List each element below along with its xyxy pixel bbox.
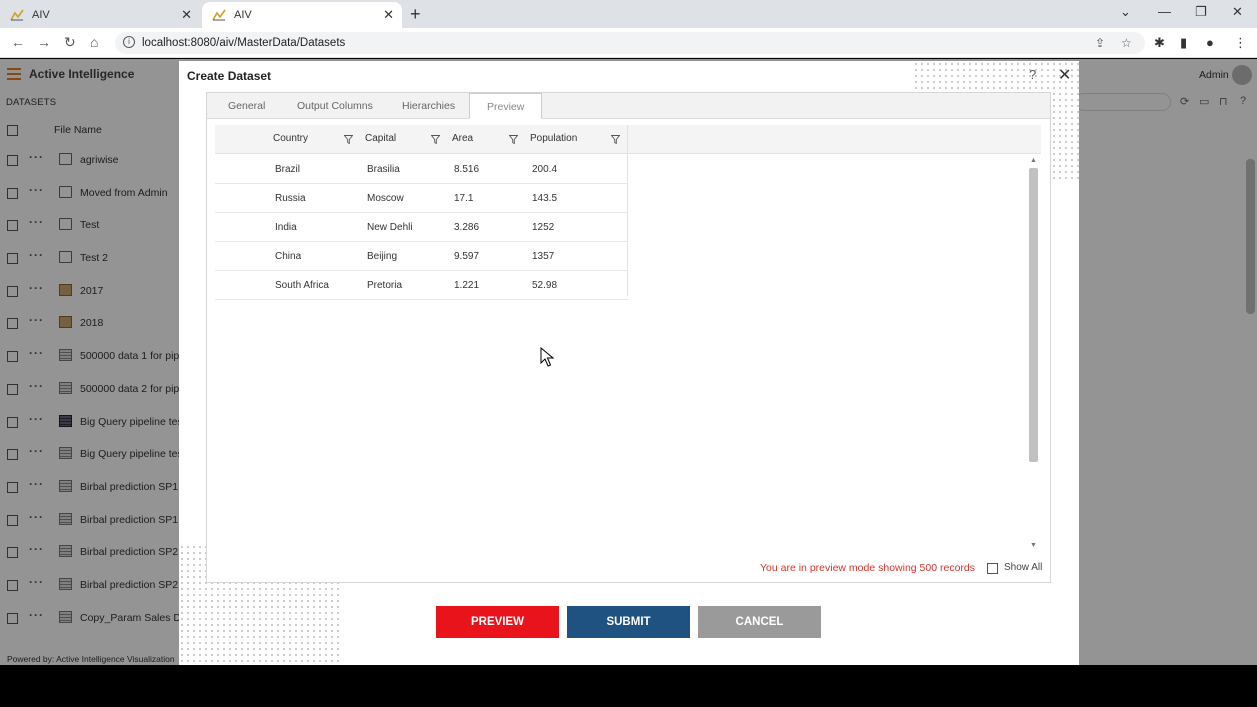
table-cell: 1357 xyxy=(532,251,555,262)
modal-tabbar: General Output Columns Hierarchies Previ… xyxy=(207,93,1050,119)
table-cell: Brazil xyxy=(275,164,301,175)
tab-preview[interactable]: Preview xyxy=(469,93,543,119)
table-cell: Russia xyxy=(275,193,306,204)
table-cell: Pretoria xyxy=(367,280,403,291)
column-header-country[interactable]: Country xyxy=(273,133,308,144)
cancel-button[interactable]: CANCEL xyxy=(698,606,821,638)
forward-icon[interactable]: → xyxy=(37,34,51,50)
show-all-label[interactable]: Show All xyxy=(1004,562,1042,573)
tab-output-columns[interactable]: Output Columns xyxy=(297,93,373,119)
side-panel-icon[interactable]: ▮ xyxy=(1180,35,1187,51)
scroll-up-icon[interactable]: ▲ xyxy=(1030,157,1037,164)
table-cell: South Africa xyxy=(275,280,329,291)
taskbar-area xyxy=(0,665,1257,707)
close-tab-icon[interactable]: ✕ xyxy=(181,7,192,23)
home-icon[interactable]: ⌂ xyxy=(90,34,98,50)
table-row[interactable]: Brazil Brasilia 8.516 200.4 xyxy=(215,155,628,184)
aiv-favicon-icon xyxy=(10,9,24,21)
omnibox[interactable]: i localhost:8080/aiv/MasterData/Datasets… xyxy=(115,32,1145,54)
table-cell: Brasilia xyxy=(367,164,400,175)
column-header-population[interactable]: Population xyxy=(530,133,577,144)
table-cell: 9.597 xyxy=(454,251,480,262)
create-dataset-modal: Create Dataset ? ✕ General Output Column… xyxy=(179,61,1079,665)
share-icon[interactable]: ⇪ xyxy=(1095,36,1105,50)
window-close-icon[interactable]: ✕ xyxy=(1232,4,1243,20)
scroll-thumb[interactable] xyxy=(1029,168,1038,462)
table-row[interactable]: South Africa Pretoria 1.221 52.98 xyxy=(215,271,628,300)
table-cell: 200.4 xyxy=(532,164,558,175)
aiv-favicon-icon xyxy=(212,9,226,21)
table-cell: New Dehli xyxy=(367,222,413,233)
new-tab-icon[interactable]: + xyxy=(410,4,421,25)
grid-header: Country Capital Area Population xyxy=(215,125,1041,154)
filter-icon[interactable] xyxy=(344,135,353,144)
table-cell: 1252 xyxy=(532,222,555,233)
table-row[interactable]: India New Dehli 3.286 1252 xyxy=(215,213,628,242)
table-cell: 3.286 xyxy=(454,222,480,233)
minimize-icon[interactable]: — xyxy=(1158,4,1171,19)
table-cell: Beijing xyxy=(367,251,398,262)
grid-scrollbar[interactable]: ▲ ▼ xyxy=(1027,155,1040,553)
column-header-area[interactable]: Area xyxy=(452,133,473,144)
scroll-down-icon[interactable]: ▼ xyxy=(1030,542,1037,549)
table-row[interactable]: Russia Moscow 17.1 143.5 xyxy=(215,184,628,213)
address-bar: ← → ↻ ⌂ i localhost:8080/aiv/MasterData/… xyxy=(0,28,1257,58)
bookmark-star-icon[interactable]: ☆ xyxy=(1121,36,1132,50)
profile-icon[interactable]: ● xyxy=(1206,35,1214,50)
restore-icon[interactable]: ❐ xyxy=(1195,4,1207,20)
extensions-icon[interactable]: ✱ xyxy=(1154,35,1165,51)
table-cell: 17.1 xyxy=(454,193,474,204)
help-icon[interactable]: ? xyxy=(1029,67,1036,82)
table-cell: 143.5 xyxy=(532,193,558,204)
preview-button[interactable]: PREVIEW xyxy=(436,606,559,638)
browser-tabstrip: AIV ✕ AIV ✕ + ⌄ — ❐ ✕ xyxy=(0,0,1257,28)
browser-tab-title: AIV xyxy=(32,9,50,21)
show-all-checkbox[interactable] xyxy=(987,563,998,574)
close-icon[interactable]: ✕ xyxy=(1058,65,1071,85)
filter-icon[interactable] xyxy=(611,135,620,144)
back-icon[interactable]: ← xyxy=(11,34,25,50)
tab-search-icon[interactable]: ⌄ xyxy=(1120,4,1131,20)
tab-hierarchies[interactable]: Hierarchies xyxy=(402,93,455,119)
table-cell: 1.221 xyxy=(454,280,480,291)
mouse-cursor-icon xyxy=(540,347,554,367)
table-cell: 52.98 xyxy=(532,280,558,291)
dataset-panel: General Output Columns Hierarchies Previ… xyxy=(206,92,1051,583)
submit-button[interactable]: SUBMIT xyxy=(567,606,690,638)
browser-menu-icon[interactable]: ⋮ xyxy=(1234,35,1247,51)
filter-icon[interactable] xyxy=(431,135,440,144)
reload-icon[interactable]: ↻ xyxy=(64,34,76,51)
tab-general[interactable]: General xyxy=(228,93,265,119)
table-cell: China xyxy=(275,251,302,262)
url-text: localhost:8080/aiv/MasterData/Datasets xyxy=(142,37,346,49)
browser-tab-1[interactable]: AIV ✕ xyxy=(0,2,200,28)
modal-title: Create Dataset xyxy=(187,69,272,83)
site-info-icon[interactable]: i xyxy=(123,36,135,48)
table-cell: Moscow xyxy=(367,193,404,204)
table-row[interactable]: China Beijing 9.597 1357 xyxy=(215,242,628,271)
preview-grid: Country Capital Area Population Brazil Br… xyxy=(215,125,1041,552)
browser-tab-title: AIV xyxy=(234,9,252,21)
browser-tab-2[interactable]: AIV ✕ xyxy=(202,2,402,28)
filter-icon[interactable] xyxy=(509,135,518,144)
table-cell: India xyxy=(275,222,297,233)
column-header-capital[interactable]: Capital xyxy=(365,133,396,144)
column-divider xyxy=(627,125,628,296)
close-tab-icon[interactable]: ✕ xyxy=(383,7,394,23)
preview-message: You are in preview mode showing 500 reco… xyxy=(760,562,975,574)
table-cell: 8.516 xyxy=(454,164,480,175)
